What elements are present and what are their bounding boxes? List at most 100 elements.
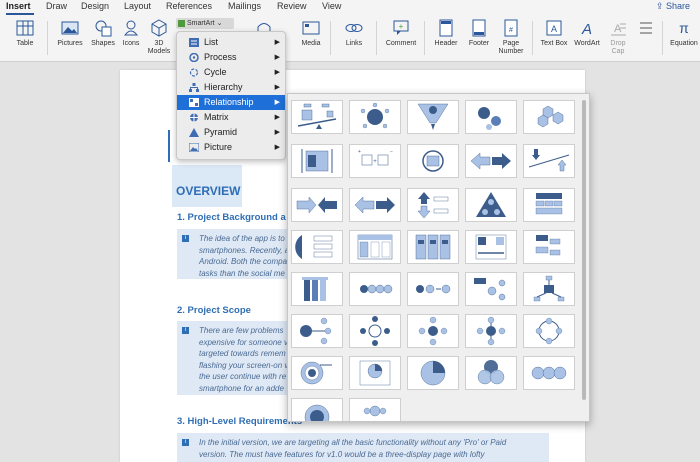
- layout-tile[interactable]: [291, 398, 343, 421]
- pictures-button[interactable]: Pictures: [54, 19, 86, 48]
- text-tools-button[interactable]: [636, 19, 656, 40]
- layout-tile[interactable]: [349, 100, 401, 134]
- drop-cap-button[interactable]: A Drop Cap: [604, 19, 632, 56]
- layout-tile[interactable]: [465, 314, 517, 348]
- info-box-scope: i There are few problems expensive for s…: [177, 321, 289, 395]
- radial-list-layout-thumbnail: [474, 278, 506, 301]
- layout-tile[interactable]: [291, 100, 343, 134]
- layout-tile[interactable]: [407, 356, 459, 390]
- layout-tile[interactable]: [465, 230, 517, 264]
- menu-item-label: Cycle: [204, 67, 227, 77]
- layout-tile[interactable]: [291, 230, 343, 264]
- comment-icon: +: [393, 20, 409, 35]
- menu-item-pyramid[interactable]: Pyramid ▶: [177, 125, 285, 140]
- submenu-arrow-icon: ▶: [274, 84, 280, 91]
- submenu-arrow-icon: ▶: [274, 54, 280, 61]
- layout-tile[interactable]: [407, 144, 459, 178]
- layout-tile[interactable]: [465, 144, 517, 178]
- footer-label: Footer: [468, 40, 490, 47]
- tab-design[interactable]: Design: [81, 1, 109, 11]
- svg-text:#: #: [509, 27, 513, 34]
- 3d-models-button[interactable]: 3D Models: [145, 19, 173, 56]
- layout-tile[interactable]: [465, 188, 517, 222]
- tab-review[interactable]: Review: [277, 1, 307, 11]
- layout-tile[interactable]: [349, 188, 401, 222]
- layout-tile[interactable]: [523, 314, 575, 348]
- layout-tile[interactable]: [523, 144, 575, 178]
- shapes-button[interactable]: Shapes: [88, 19, 118, 48]
- shapes-label: Shapes: [91, 40, 115, 47]
- layout-tile[interactable]: [465, 100, 517, 134]
- basic-target-layout-thumbnail: [363, 405, 387, 417]
- share-button[interactable]: ⇪ Share: [656, 1, 690, 12]
- menu-item-matrix[interactable]: Matrix ▶: [177, 110, 285, 125]
- text-box-button[interactable]: A Text Box: [538, 19, 570, 48]
- hub-layout-thumbnail: [533, 275, 565, 302]
- smartart-button[interactable]: SmartArt ⌄: [176, 18, 234, 29]
- menu-item-picture[interactable]: Picture ▶: [177, 140, 285, 155]
- layout-tile[interactable]: [523, 230, 575, 264]
- layout-tile[interactable]: [349, 356, 401, 390]
- layout-tile[interactable]: [291, 272, 343, 306]
- wordart-button[interactable]: A WordArt: [571, 19, 603, 48]
- layout-tile[interactable]: [349, 272, 401, 306]
- equation-button[interactable]: π Equation: [668, 19, 700, 48]
- menu-item-hierarchy[interactable]: Hierarchy ▶: [177, 80, 285, 95]
- layout-tile[interactable]: [349, 314, 401, 348]
- layout-tile[interactable]: [291, 188, 343, 222]
- tab-layout[interactable]: Layout: [124, 1, 151, 11]
- info-box-text: The idea of the app is to smartphones. R…: [199, 233, 289, 279]
- tab-mailings[interactable]: Mailings: [228, 1, 261, 11]
- hexagon-cluster-layout-thumbnail: [537, 105, 564, 128]
- circle-relationship-layout-thumbnail: [535, 317, 563, 345]
- header-button[interactable]: Header: [430, 19, 462, 48]
- layout-tile[interactable]: [291, 356, 343, 390]
- counterbalance-arrows-layout-thumbnail: [528, 149, 570, 172]
- info-box-requirements: i In the initial version, we are targeti…: [177, 433, 549, 462]
- layout-tile[interactable]: [465, 356, 517, 390]
- text-line: targeted towards remem: [199, 349, 286, 358]
- table-button[interactable]: Table: [10, 19, 40, 48]
- page-number-button[interactable]: # Page Number: [496, 19, 526, 56]
- text-box-label: Text Box: [540, 40, 568, 47]
- footer-button[interactable]: Footer: [464, 19, 494, 48]
- media-button[interactable]: Media: [295, 19, 327, 48]
- layout-tile[interactable]: [291, 144, 343, 178]
- layout-tile[interactable]: [349, 230, 401, 264]
- layout-tile[interactable]: [407, 314, 459, 348]
- layout-tile[interactable]: [349, 398, 401, 421]
- layout-tile[interactable]: [407, 188, 459, 222]
- submenu-arrow-icon: ▶: [274, 99, 280, 106]
- drop-cap-label-line2: Cap: [611, 48, 625, 55]
- menu-item-relationship[interactable]: Relationship ▶: [177, 95, 285, 110]
- layout-tile[interactable]: [523, 356, 575, 390]
- radial-venn-layout-thumbnail: [360, 102, 390, 129]
- layout-tile[interactable]: [407, 100, 459, 134]
- icons-button[interactable]: Icons: [119, 19, 143, 48]
- media-label: Media: [301, 40, 321, 47]
- layout-tile[interactable]: + + −: [349, 144, 401, 178]
- text-line: flashing your screen-on v: [199, 360, 289, 370]
- layout-tile[interactable]: [407, 230, 459, 264]
- layout-tile[interactable]: [465, 272, 517, 306]
- table-icon: [16, 20, 34, 36]
- layout-tile[interactable]: [523, 100, 575, 134]
- svg-text:A: A: [581, 21, 592, 37]
- links-button[interactable]: Links: [336, 19, 372, 48]
- heading-high-level-requirements: 3. High-Level Requirements: [177, 416, 303, 427]
- heading-project-background: 1. Project Background a: [177, 212, 286, 223]
- layout-tile[interactable]: [407, 272, 459, 306]
- layout-tile[interactable]: [523, 272, 575, 306]
- tab-insert[interactable]: Insert: [6, 1, 31, 11]
- menu-item-list[interactable]: List ▶: [177, 35, 285, 50]
- gallery-scrollbar[interactable]: [582, 100, 586, 400]
- menu-item-cycle[interactable]: Cycle ▶: [177, 65, 285, 80]
- layout-tile[interactable]: [291, 314, 343, 348]
- comment-button[interactable]: + Comment: [382, 19, 420, 48]
- layout-tile[interactable]: [523, 188, 575, 222]
- menu-item-process[interactable]: Process ▶: [177, 50, 285, 65]
- tab-draw[interactable]: Draw: [46, 1, 67, 11]
- pi-icon: π: [679, 20, 689, 36]
- tab-view[interactable]: View: [322, 1, 341, 11]
- tab-references[interactable]: References: [166, 1, 212, 11]
